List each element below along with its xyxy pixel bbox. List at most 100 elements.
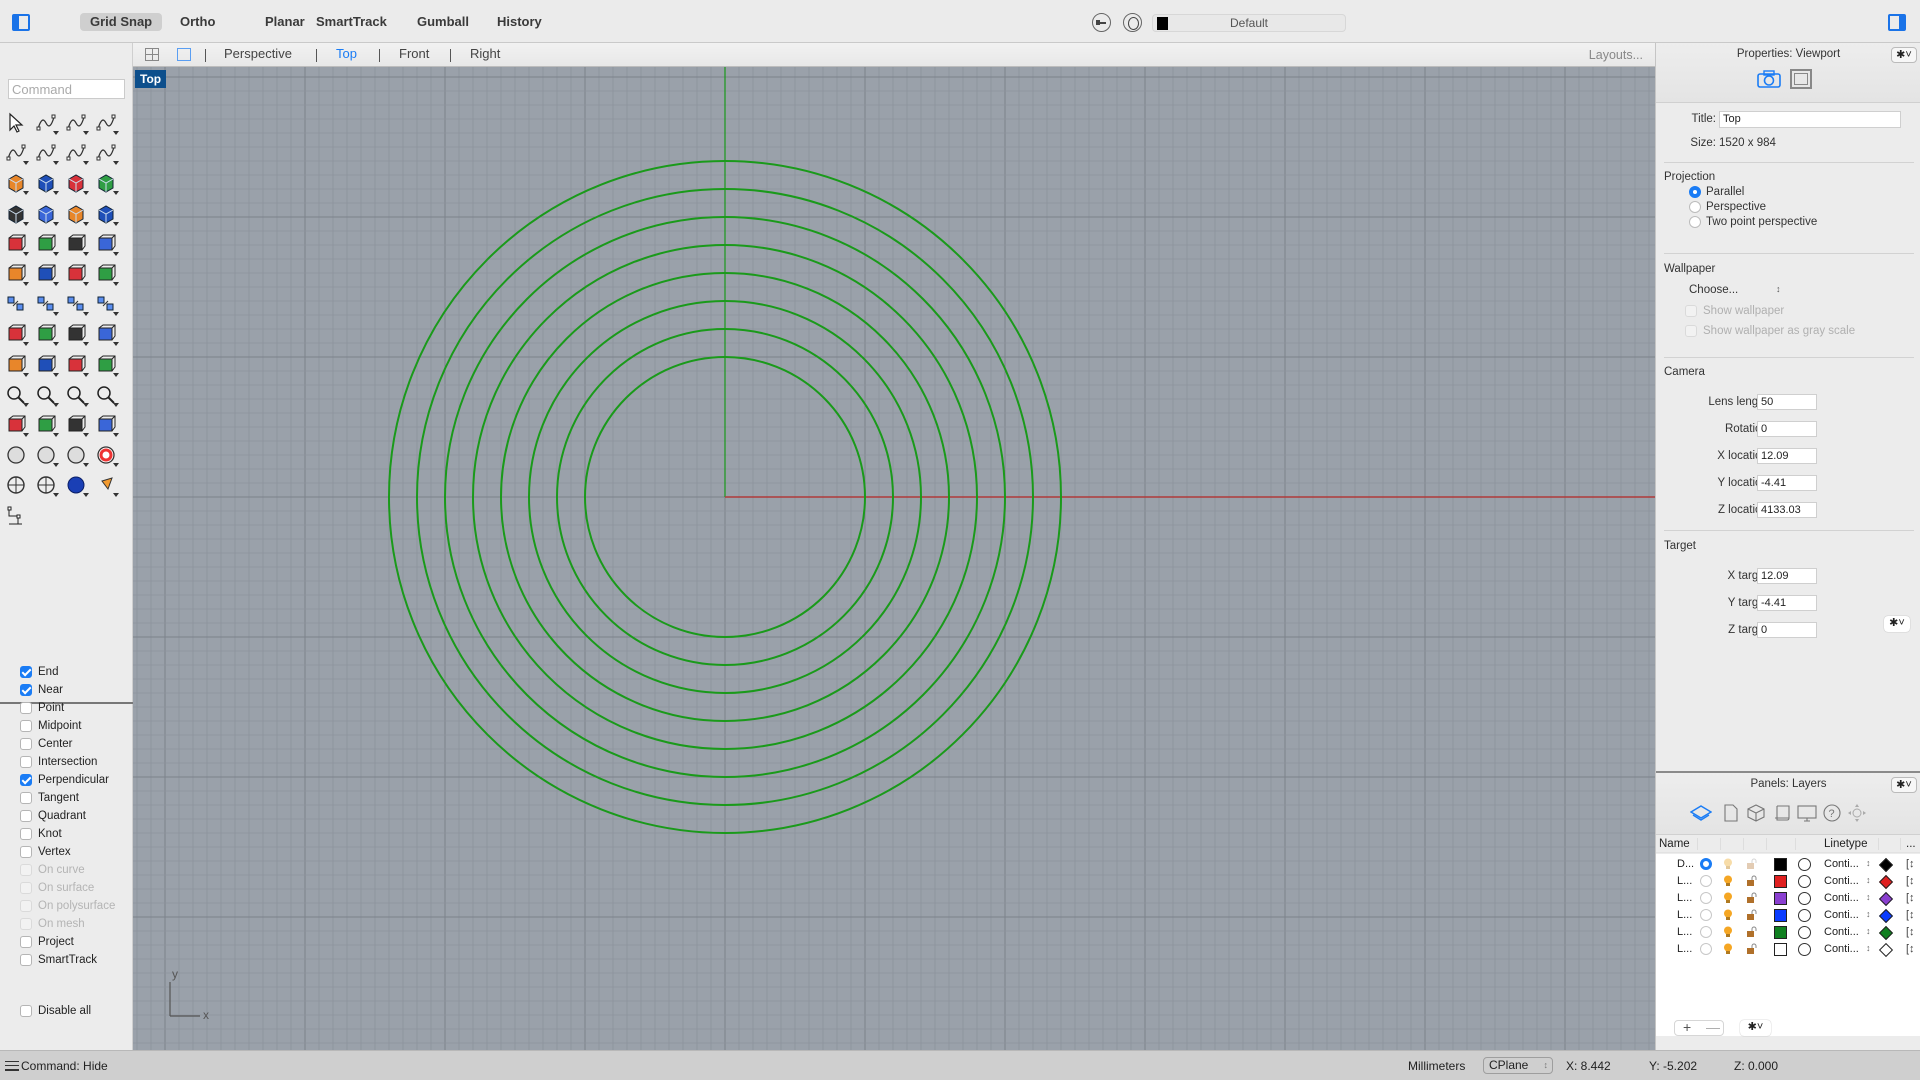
zoom-selected-tool-icon[interactable] [94, 383, 119, 407]
print-width-select[interactable]: [↕ [1906, 926, 1915, 938]
trim-tool-icon[interactable] [94, 232, 119, 256]
surface-analysis-tool-icon[interactable] [94, 353, 119, 377]
x-location-field[interactable]: 12.09 [1757, 448, 1817, 464]
right-sidebar-toggle-icon[interactable] [1888, 14, 1906, 31]
linetype-column-header[interactable]: Linetype [1824, 838, 1867, 850]
cplane-tool-icon[interactable] [64, 413, 89, 437]
viewport-title-label[interactable]: Top [135, 70, 167, 88]
print-width-select[interactable]: [↕ [1906, 875, 1915, 887]
block-car-tool-icon[interactable] [34, 413, 59, 437]
y-location-field[interactable]: -4.41 [1757, 475, 1817, 491]
select-arrow-tool-icon[interactable] [4, 111, 28, 135]
osnap-toggle-icon[interactable] [1092, 13, 1111, 32]
lightbulb-icon[interactable] [1723, 926, 1733, 938]
osnap-end-checkbox[interactable]: End [20, 664, 58, 680]
history-button[interactable]: History [487, 13, 552, 31]
command-history-icon[interactable] [5, 1061, 19, 1071]
current-layer-radio[interactable] [1700, 943, 1712, 955]
target-gear-menu[interactable]: ✱˅ [1884, 616, 1910, 632]
linetype-select[interactable]: Conti... [1824, 909, 1859, 921]
current-layer-radio[interactable] [1700, 875, 1712, 887]
material-icon[interactable] [1798, 858, 1811, 871]
surface-patch-tool-icon[interactable] [94, 202, 119, 226]
zoom-in-out-tool-icon[interactable] [4, 383, 29, 407]
layer-row[interactable]: L... Conti... ↕ [↕ [1656, 873, 1920, 890]
mesh-tools-tool-icon[interactable] [4, 353, 29, 377]
print-color-swatch[interactable] [1878, 908, 1894, 924]
single-viewport-layout-icon[interactable] [177, 48, 191, 61]
layer-color-swatch[interactable] [1774, 909, 1787, 922]
text-tool-icon[interactable] [4, 292, 28, 316]
linetype-select[interactable]: Conti... [1824, 875, 1859, 887]
lock-icon[interactable] [1746, 909, 1757, 921]
lock-icon[interactable] [1746, 926, 1757, 938]
layer-color-swatch[interactable] [1774, 943, 1787, 956]
color-wheel-tool-icon[interactable] [94, 443, 119, 468]
tab-perspective[interactable]: Perspective [224, 46, 292, 61]
material-icon[interactable] [1798, 892, 1811, 905]
boolean-union-tool-icon[interactable] [4, 262, 29, 286]
osnap-project-checkbox[interactable]: Project [20, 934, 74, 950]
tab-top[interactable]: Top [336, 46, 357, 61]
show-wallpaper-gray-checkbox[interactable]: Show wallpaper as gray scale [1685, 325, 1855, 337]
linetype-select[interactable]: Conti... [1824, 926, 1859, 938]
curve-tool-icon[interactable] [94, 111, 119, 135]
osnap-knot-checkbox[interactable]: Knot [20, 826, 62, 842]
title-field[interactable]: Top [1719, 111, 1901, 128]
camera-icon[interactable] [1757, 70, 1781, 88]
print-width-select[interactable]: [↕ [1906, 943, 1915, 955]
zoom-extents-tool-icon[interactable] [64, 383, 89, 407]
print-width-select[interactable]: [↕ [1906, 892, 1915, 904]
print-width-select[interactable]: [↕ [1906, 909, 1915, 921]
layer-name[interactable]: L... [1677, 926, 1692, 938]
cplane-toggle-icon[interactable] [1123, 13, 1142, 32]
object-tab-icon[interactable] [1745, 803, 1767, 823]
circle-tool-icon[interactable] [4, 141, 29, 166]
show-wallpaper-checkbox[interactable]: Show wallpaper [1685, 305, 1784, 317]
smarttrack-button[interactable]: SmartTrack [306, 13, 397, 31]
material-icon[interactable] [1798, 926, 1811, 939]
current-layer-radio[interactable] [1700, 926, 1712, 938]
mirror-tool-icon[interactable] [94, 292, 119, 317]
layers-options-gear[interactable]: ✱˅ [1740, 1020, 1771, 1036]
units-label[interactable]: Millimeters [1408, 1059, 1465, 1073]
add-layer-button[interactable]: + [1683, 1019, 1691, 1035]
lightbulb-icon[interactable] [1723, 858, 1733, 870]
lock-icon[interactable] [1746, 858, 1757, 870]
array-tool-icon[interactable] [64, 292, 89, 317]
layer-row[interactable]: D... Conti... ↕ [↕ [1656, 856, 1920, 873]
blue-sphere-tool-icon[interactable] [64, 473, 89, 498]
render-sphere-grid-tool-icon[interactable] [34, 473, 59, 498]
lightbulb-icon[interactable] [1723, 943, 1733, 955]
layouts-button[interactable]: Layouts... [1589, 48, 1643, 62]
layer-color-swatch[interactable] [1774, 858, 1787, 871]
point-tool-icon[interactable] [34, 111, 59, 135]
osnap-midpoint-checkbox[interactable]: Midpoint [20, 718, 81, 734]
linetype-select[interactable]: Conti... [1824, 858, 1859, 870]
wallpaper-choose-select[interactable]: Choose... ↕ [1689, 284, 1781, 296]
z-location-field[interactable]: 4133.03 [1757, 502, 1817, 518]
tab-front[interactable]: Front [399, 46, 429, 61]
rotate-view-tool-icon[interactable] [4, 413, 29, 437]
box-solid-tool-icon[interactable] [4, 202, 29, 226]
grid-snap-button[interactable]: Grid Snap [80, 13, 163, 31]
projection-two-point-radio[interactable]: Two point perspective [1689, 216, 1817, 228]
sphere-solid-tool-icon[interactable] [34, 202, 59, 226]
explode-tool-icon[interactable] [34, 232, 59, 256]
tab-right[interactable]: Right [470, 46, 500, 61]
material-icon[interactable] [1798, 943, 1811, 956]
layer-row[interactable]: L... Conti... ↕ [↕ [1656, 890, 1920, 907]
osnap-intersection-checkbox[interactable]: Intersection [20, 754, 97, 770]
polygon-tool-icon[interactable] [4, 171, 29, 196]
linetype-select[interactable]: Conti... [1824, 892, 1859, 904]
cone-light-tool-icon[interactable] [94, 473, 119, 498]
loft-surface-tool-icon[interactable] [94, 171, 119, 196]
notes-tab-icon[interactable] [1771, 803, 1793, 823]
osnap-smarttrack-checkbox[interactable]: SmartTrack [20, 952, 97, 968]
lightbulb-icon[interactable] [1723, 875, 1733, 887]
top-viewport[interactable]: yx Top [133, 67, 1655, 1050]
cylinder-pipe-tool-icon[interactable] [64, 202, 89, 226]
command-input[interactable] [8, 79, 125, 99]
solid-tools-tool-icon[interactable] [4, 232, 29, 256]
zoom-window-tool-icon[interactable] [34, 383, 59, 407]
